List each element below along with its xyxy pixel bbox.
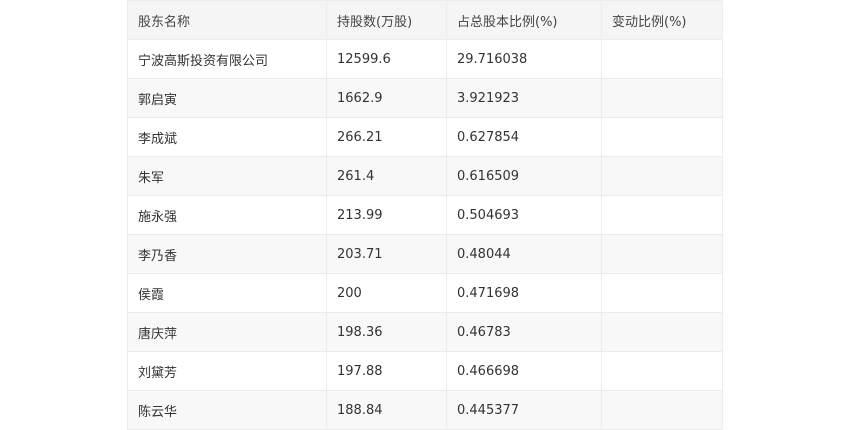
cell-shares-held: 188.84 — [326, 390, 447, 430]
header-shares-held: 持股数(万股) — [326, 0, 447, 40]
table-row: 朱军 261.4 0.616509 — [127, 156, 723, 196]
header-share-ratio: 占总股本比例(%) — [446, 0, 602, 40]
cell-shareholder-name: 施永强 — [127, 195, 327, 235]
table-row: 宁波高斯投资有限公司 12599.6 29.716038 — [127, 39, 723, 79]
cell-shares-held: 203.71 — [326, 234, 447, 274]
table-header-row: 股东名称 持股数(万股) 占总股本比例(%) 变动比例(%) — [127, 0, 723, 40]
cell-shareholder-name: 刘黛芳 — [127, 351, 327, 391]
cell-change-ratio — [601, 273, 723, 313]
table-row: 侯霞 200 0.471698 — [127, 273, 723, 313]
cell-share-ratio: 0.48044 — [446, 234, 602, 274]
cell-shares-held: 261.4 — [326, 156, 447, 196]
cell-change-ratio — [601, 234, 723, 274]
cell-change-ratio — [601, 156, 723, 196]
cell-shareholder-name: 李成斌 — [127, 117, 327, 157]
cell-change-ratio — [601, 195, 723, 235]
cell-shareholder-name: 陈云华 — [127, 390, 327, 430]
shareholder-table: 股东名称 持股数(万股) 占总股本比例(%) 变动比例(%) 宁波高斯投资有限公… — [127, 0, 723, 430]
cell-change-ratio — [601, 117, 723, 157]
cell-share-ratio: 29.716038 — [446, 39, 602, 79]
cell-shares-held: 12599.6 — [326, 39, 447, 79]
cell-share-ratio: 0.471698 — [446, 273, 602, 313]
table-row: 郭启寅 1662.9 3.921923 — [127, 78, 723, 118]
table-body: 宁波高斯投资有限公司 12599.6 29.716038 郭启寅 1662.9 … — [127, 39, 723, 430]
shareholder-table-container: 股东名称 持股数(万股) 占总股本比例(%) 变动比例(%) 宁波高斯投资有限公… — [127, 0, 723, 430]
header-shareholder-name: 股东名称 — [127, 0, 327, 40]
cell-shares-held: 213.99 — [326, 195, 447, 235]
table-row: 陈云华 188.84 0.445377 — [127, 390, 723, 430]
cell-share-ratio: 0.46783 — [446, 312, 602, 352]
cell-share-ratio: 0.627854 — [446, 117, 602, 157]
cell-shares-held: 200 — [326, 273, 447, 313]
cell-share-ratio: 0.504693 — [446, 195, 602, 235]
cell-change-ratio — [601, 312, 723, 352]
header-change-ratio: 变动比例(%) — [601, 0, 723, 40]
cell-share-ratio: 0.616509 — [446, 156, 602, 196]
table-row: 施永强 213.99 0.504693 — [127, 195, 723, 235]
cell-share-ratio: 0.445377 — [446, 390, 602, 430]
cell-shareholder-name: 郭启寅 — [127, 78, 327, 118]
cell-shares-held: 198.36 — [326, 312, 447, 352]
cell-shareholder-name: 唐庆萍 — [127, 312, 327, 352]
cell-change-ratio — [601, 78, 723, 118]
cell-shareholder-name: 宁波高斯投资有限公司 — [127, 39, 327, 79]
table-row: 李乃香 203.71 0.48044 — [127, 234, 723, 274]
table-row: 唐庆萍 198.36 0.46783 — [127, 312, 723, 352]
cell-change-ratio — [601, 390, 723, 430]
cell-shareholder-name: 侯霞 — [127, 273, 327, 313]
table-row: 李成斌 266.21 0.627854 — [127, 117, 723, 157]
cell-shares-held: 1662.9 — [326, 78, 447, 118]
cell-change-ratio — [601, 351, 723, 391]
cell-change-ratio — [601, 39, 723, 79]
cell-shares-held: 266.21 — [326, 117, 447, 157]
cell-share-ratio: 3.921923 — [446, 78, 602, 118]
cell-shareholder-name: 朱军 — [127, 156, 327, 196]
cell-shares-held: 197.88 — [326, 351, 447, 391]
cell-shareholder-name: 李乃香 — [127, 234, 327, 274]
table-row: 刘黛芳 197.88 0.466698 — [127, 351, 723, 391]
cell-share-ratio: 0.466698 — [446, 351, 602, 391]
